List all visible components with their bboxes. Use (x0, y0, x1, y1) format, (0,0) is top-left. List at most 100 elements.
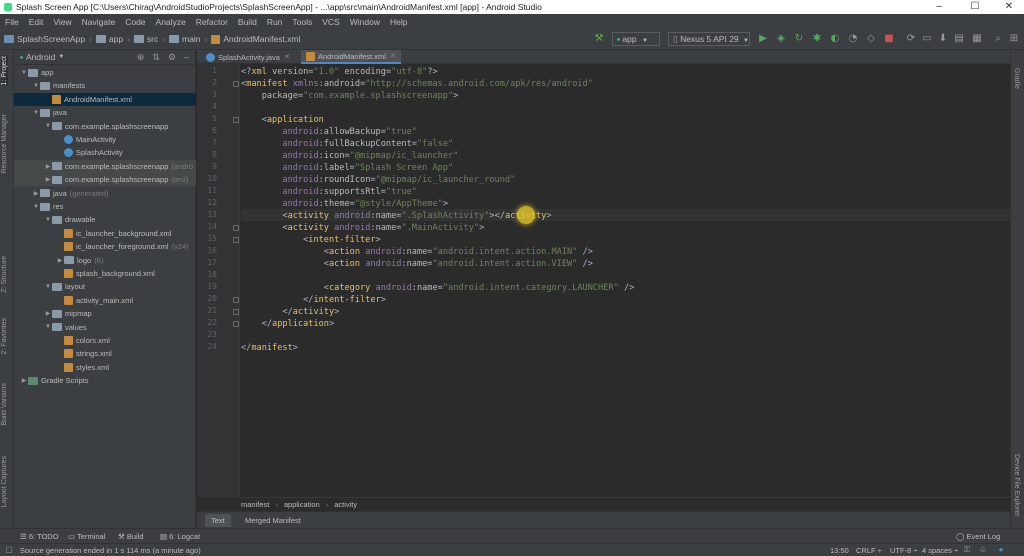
menu-navigate[interactable]: Navigate (77, 17, 121, 27)
avd-manager-icon[interactable]: ▭ (921, 33, 933, 45)
tree-item[interactable]: ▼ manifests (14, 79, 196, 92)
fold-marker-icon[interactable] (233, 225, 239, 231)
tree-item[interactable]: ▼ drawable (14, 213, 196, 226)
tab-splash-activity[interactable]: SplashActivity.java ✕ (201, 50, 295, 64)
tree-item[interactable]: ▼ app (14, 66, 196, 79)
build-tool-button[interactable]: ⚒ Build (118, 531, 144, 542)
minimize-panel-icon[interactable]: – (184, 52, 189, 63)
globe-icon[interactable]: ⊕ (137, 52, 145, 63)
favorites-tab[interactable]: 2: Favorites (1, 318, 8, 355)
menu-help[interactable]: Help (385, 17, 412, 27)
fold-marker-icon[interactable] (233, 117, 239, 123)
tree-item[interactable]: MainActivity (14, 133, 196, 146)
menu-analyze[interactable]: Analyze (151, 17, 191, 27)
lock-icon[interactable]: ⚿ (962, 545, 972, 555)
crumb-activity[interactable]: activity (334, 500, 357, 509)
sync-icon[interactable]: ⟳ (905, 33, 917, 45)
status-message[interactable]: Source generation ended in 1 s 114 ms (a… (20, 545, 201, 556)
fold-marker-icon[interactable] (233, 321, 239, 327)
tree-item[interactable]: splash_background.xml (14, 267, 196, 280)
tree-item[interactable]: colors.xml (14, 334, 196, 347)
grid-icon[interactable]: ⊞ (1008, 33, 1020, 45)
breadcrumb-project[interactable]: SplashScreenApp (17, 34, 85, 44)
tree-item[interactable]: ▼ res (14, 200, 196, 213)
tree-item[interactable]: ▶ com.example.splashscreenapp (andro (14, 159, 196, 173)
tab-merged-manifest[interactable]: Merged Manifest (239, 514, 307, 527)
todo-tool-button[interactable]: ☰ 6: TODO (20, 531, 59, 542)
debug-icon[interactable]: ◈ (775, 33, 787, 45)
tree-item[interactable]: ▼ values (14, 321, 196, 334)
fold-marker-icon[interactable] (233, 237, 239, 243)
menu-run[interactable]: Run (262, 17, 288, 27)
build-variants-tab[interactable]: Build Variants (1, 383, 8, 426)
chevron-right-icon[interactable]: ▶ (20, 377, 28, 384)
chevron-right-icon[interactable]: ▶ (32, 190, 40, 197)
tree-item[interactable]: ▶ mipmap (14, 307, 196, 320)
coverage-icon[interactable]: ◐ (829, 33, 841, 45)
attach-debugger-icon[interactable]: ◇ (865, 33, 877, 45)
breadcrumb-src[interactable]: src (147, 34, 158, 44)
gear-icon[interactable]: ⚙ (168, 52, 176, 63)
menu-tools[interactable]: Tools (287, 17, 317, 27)
close-icon[interactable]: ✕ (284, 53, 290, 61)
breadcrumb-module[interactable]: app (109, 34, 123, 44)
apply-changes-icon[interactable]: ↻ (793, 33, 805, 45)
tree-item[interactable]: ▼ java (14, 106, 196, 119)
chevron-down-icon[interactable]: ▼ (32, 83, 40, 89)
crumb-application[interactable]: application (284, 500, 320, 509)
breadcrumb-file[interactable]: AndroidManifest.xml (223, 34, 300, 44)
hammer-icon[interactable]: ⚒ (593, 33, 605, 45)
gradle-tab[interactable]: Gradle (1013, 68, 1020, 89)
tree-item[interactable]: ic_launcher_background.xml (14, 227, 196, 240)
tree-item[interactable]: ic_launcher_foreground.xml (v24) (14, 240, 196, 253)
maximize-button[interactable]: ☐ (960, 0, 990, 14)
chevron-right-icon[interactable]: ▶ (56, 257, 64, 264)
sdk-manager-icon[interactable]: ⬇ (937, 33, 949, 45)
gradle-icon[interactable]: ▦ (971, 33, 983, 45)
run-config-dropdown[interactable]: ▪ app ▼ (612, 32, 660, 46)
breadcrumb-main[interactable]: main (182, 34, 200, 44)
layout-inspector-icon[interactable]: ▤ (953, 33, 965, 45)
chevron-down-icon[interactable]: ▼ (32, 110, 40, 116)
menu-file[interactable]: File (0, 17, 24, 27)
close-button[interactable]: ✕ (994, 0, 1024, 14)
menu-code[interactable]: Code (120, 17, 150, 27)
tree-item[interactable]: strings.xml (14, 347, 196, 360)
tree-item[interactable]: AndroidManifest.xml (14, 92, 196, 106)
tree-item[interactable]: SplashActivity (14, 146, 196, 159)
chevron-down-icon[interactable]: ▼ (44, 217, 52, 223)
notifications-icon[interactable]: ● (996, 545, 1006, 555)
terminal-tool-button[interactable]: ▭ Terminal (68, 531, 105, 542)
tree-item[interactable]: ▼ layout (14, 280, 196, 293)
structure-tab[interactable]: Z: Structure (1, 256, 8, 293)
crumb-manifest[interactable]: manifest (241, 500, 269, 509)
indent-setting[interactable]: 4 spaces ÷ (922, 545, 958, 556)
fold-marker-icon[interactable] (233, 309, 239, 315)
layout-captures-tab[interactable]: Layout Captures (1, 456, 8, 507)
resource-manager-tab[interactable]: Resource Manager (1, 114, 8, 174)
minimize-button[interactable]: – (924, 0, 954, 14)
project-tool-tab[interactable]: 1: Project (1, 56, 8, 86)
stop-icon[interactable]: ■ (883, 33, 895, 45)
chevron-right-icon[interactable]: ▶ (44, 310, 52, 317)
device-dropdown[interactable]: ▯ Nexus 5 API 29 ▼ (668, 32, 750, 46)
event-log-button[interactable]: ◯ Event Log (956, 531, 1000, 542)
project-view-selector[interactable]: Android (26, 52, 55, 62)
menu-build[interactable]: Build (233, 17, 262, 27)
tree-item[interactable]: ▶ logo (6) (14, 254, 196, 267)
menu-edit[interactable]: Edit (24, 17, 49, 27)
tree-item[interactable]: ▶ java (generated) (14, 187, 196, 200)
tree-item[interactable]: styles.xml (14, 361, 196, 374)
tree-item[interactable]: ▼ com.example.splashscreenapp (14, 120, 196, 133)
menu-refactor[interactable]: Refactor (191, 17, 233, 27)
chevron-down-icon[interactable]: ▼ (44, 284, 52, 290)
close-icon[interactable]: ✕ (390, 52, 396, 60)
tree-item[interactable]: ▶ Gradle Scripts (14, 374, 196, 387)
run-icon[interactable]: ▶ (757, 33, 769, 45)
fold-marker-icon[interactable] (233, 81, 239, 87)
chevron-down-icon[interactable]: ▼ (44, 123, 52, 129)
menu-window[interactable]: Window (345, 17, 385, 27)
chevron-down-icon[interactable]: ▼ (20, 70, 28, 76)
line-separator[interactable]: CRLF ÷ (856, 545, 882, 556)
fold-marker-icon[interactable] (233, 297, 239, 303)
